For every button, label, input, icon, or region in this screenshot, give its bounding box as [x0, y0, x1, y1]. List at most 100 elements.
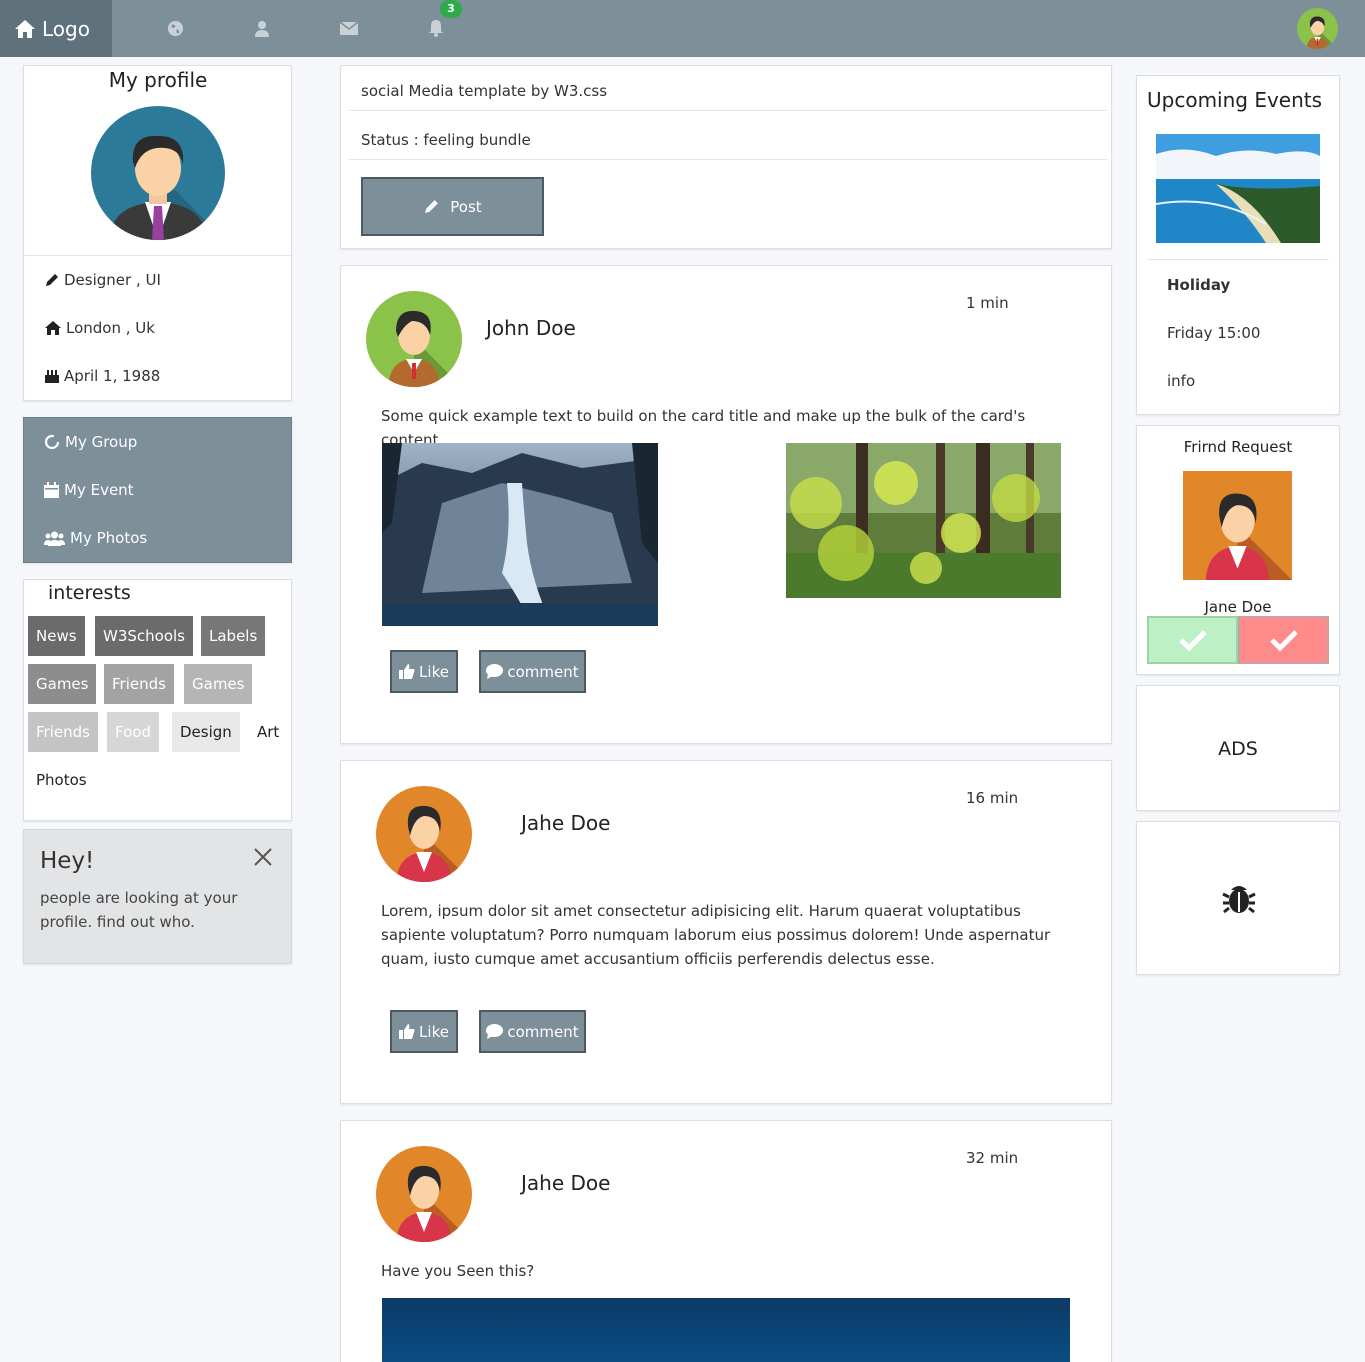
alert-text: people are looking at your profile. find… — [40, 889, 238, 931]
tag-labels[interactable]: Labels — [201, 616, 266, 656]
thumbs-up-icon — [399, 1024, 415, 1039]
post-time: 16 min — [966, 789, 1019, 807]
friend-name: Jane Doe — [1204, 598, 1272, 616]
logo-link[interactable]: Logo — [0, 0, 112, 57]
comment-icon — [486, 664, 504, 679]
post-text: Lorem, ipsum dolor sit amet consectetur … — [381, 902, 1051, 968]
my-event-link[interactable]: My Event — [44, 481, 134, 499]
tag-friends[interactable]: Friends — [104, 664, 174, 704]
tag-w3schools[interactable]: W3Schools — [95, 616, 193, 656]
bug-icon[interactable] — [1222, 881, 1256, 919]
comment-button[interactable]: comment — [479, 650, 586, 693]
post-author[interactable]: Jahe Doe — [521, 811, 610, 835]
status-text[interactable]: Status : feeling bundle — [361, 131, 531, 149]
calendar-icon — [44, 482, 59, 498]
event-name: Holiday — [1167, 276, 1231, 294]
my-group-link[interactable]: My Group — [44, 433, 137, 451]
event-info-link[interactable]: info — [1167, 372, 1195, 390]
post-author[interactable]: John Doe — [486, 316, 576, 340]
accept-button[interactable] — [1147, 616, 1238, 664]
tag-games-2[interactable]: Games — [184, 664, 253, 704]
birthday-text: April 1, 1988 — [64, 367, 161, 385]
birthday-row: April 1, 1988 — [44, 367, 160, 385]
my-event-label: My Event — [64, 481, 134, 499]
friend-avatar — [1183, 471, 1292, 580]
post-avatar — [376, 786, 472, 882]
my-photos-label: My Photos — [70, 529, 148, 547]
tag-photos[interactable]: Photos — [28, 760, 95, 800]
event-time: Friday 15:00 — [1167, 324, 1261, 342]
post-card: Jahe Doe 32 min Have you Seen this? — [340, 1120, 1112, 1362]
composer-divider — [349, 110, 1107, 111]
composer-card: social Media template by W3.css Status :… — [340, 65, 1112, 249]
user-avatar[interactable] — [1297, 8, 1338, 49]
friend-request-title: Frirnd Request — [1183, 438, 1293, 456]
interests-card: interests News W3Schools Labels Games Fr… — [23, 579, 292, 821]
post-avatar — [376, 1146, 472, 1242]
post-image[interactable] — [382, 1298, 1070, 1362]
comment-label: comment — [507, 1022, 579, 1041]
location-row: London , Uk — [44, 319, 155, 337]
profile-title: My profile — [108, 68, 208, 92]
post-text: Have you Seen this? — [381, 1262, 535, 1280]
profile-avatar — [91, 106, 225, 240]
post-button[interactable]: Post — [361, 177, 544, 236]
user-icon[interactable] — [250, 16, 274, 40]
job-row: Designer , UI — [44, 271, 161, 289]
post-label: Post — [450, 197, 482, 216]
events-title: Upcoming Events — [1147, 88, 1323, 112]
my-group-label: My Group — [65, 433, 138, 451]
event-photo[interactable] — [1155, 134, 1320, 243]
tag-food[interactable]: Food — [107, 712, 159, 752]
post-avatar — [366, 291, 462, 387]
top-navbar: Logo 3 — [0, 0, 1365, 57]
events-card: Upcoming Events Holiday Friday 15:00 inf… — [1136, 75, 1340, 415]
tag-news[interactable]: News — [28, 616, 85, 656]
post-author[interactable]: Jahe Doe — [521, 1171, 610, 1195]
like-button[interactable]: Like — [390, 1010, 458, 1053]
home-icon — [45, 321, 61, 335]
comment-button[interactable]: comment — [479, 1010, 586, 1053]
post-time: 32 min — [966, 1149, 1019, 1167]
profile-card: My profile Designer , UI London , Uk Apr… — [23, 65, 292, 401]
close-icon[interactable] — [252, 846, 274, 868]
interests-title: interests — [48, 582, 131, 604]
notification-badge: 3 — [440, 0, 462, 18]
composer-title: social Media template by W3.css — [361, 82, 608, 100]
birthday-cake-icon — [45, 370, 59, 383]
post-card: Jahe Doe 16 min Lorem, ipsum dolor sit a… — [340, 760, 1112, 1104]
tag-art[interactable]: Art — [249, 712, 288, 752]
ads-label: ADS — [1218, 738, 1258, 760]
like-label: Like — [419, 662, 449, 681]
comment-label: comment — [507, 662, 579, 681]
bell-icon[interactable] — [424, 16, 448, 40]
check-icon — [1269, 630, 1298, 652]
home-icon — [15, 19, 35, 38]
ads-card[interactable]: ADS — [1136, 685, 1340, 811]
status-divider — [349, 159, 1107, 160]
post-card: John Doe 1 min Some quick example text t… — [340, 265, 1112, 744]
job-text: Designer , UI — [64, 271, 161, 289]
globe-icon[interactable] — [163, 16, 187, 40]
check-icon — [1178, 630, 1207, 652]
logo-label: Logo — [42, 16, 90, 41]
pencil-icon — [425, 200, 439, 213]
bug-card — [1136, 821, 1340, 975]
envelope-icon[interactable] — [337, 16, 361, 40]
menu-card: My Group My Event My Photos — [23, 417, 292, 563]
circle-notch-icon — [44, 434, 60, 450]
forest-photo[interactable] — [786, 443, 1061, 598]
thumbs-up-icon — [399, 664, 415, 679]
profile-divider — [24, 255, 291, 256]
like-button[interactable]: Like — [390, 650, 458, 693]
tag-games[interactable]: Games — [28, 664, 97, 704]
waterfall-photo[interactable] — [382, 443, 658, 626]
friend-request-card: Frirnd Request Jane Doe — [1136, 425, 1340, 675]
decline-button[interactable] — [1238, 616, 1329, 664]
pencil-icon — [46, 274, 58, 286]
post-time: 1 min — [966, 294, 1009, 312]
tag-design[interactable]: Design — [172, 712, 240, 752]
my-photos-link[interactable]: My Photos — [44, 529, 147, 547]
alert-card: Hey! people are looking at your profile.… — [23, 829, 292, 964]
tag-friends-2[interactable]: Friends — [28, 712, 98, 752]
